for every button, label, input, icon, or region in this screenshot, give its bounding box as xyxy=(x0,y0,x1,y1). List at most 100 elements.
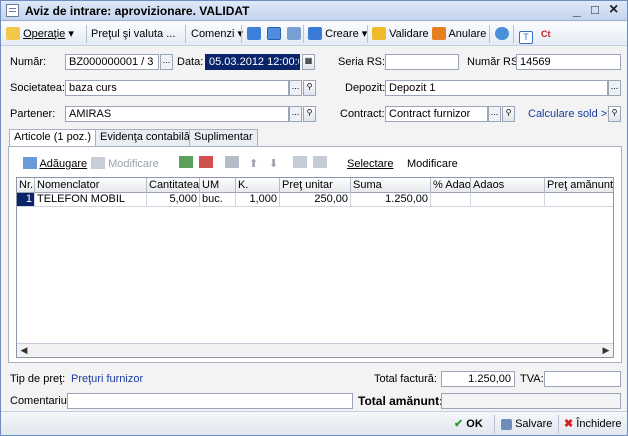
grid-icon xyxy=(225,156,239,168)
data-field[interactable]: 05.03.2012 12:00:00 xyxy=(205,54,300,70)
cancel-icon xyxy=(432,27,446,40)
seria-rs-field[interactable] xyxy=(385,54,459,70)
arrow-up-icon: ⬆ xyxy=(249,158,259,170)
close-window-button[interactable]: × xyxy=(609,1,618,19)
partener-ellipsis-button[interactable]: ... xyxy=(289,106,302,122)
delete-row-button[interactable] xyxy=(199,156,213,172)
sort-desc-button[interactable] xyxy=(313,156,327,172)
refresh-button[interactable] xyxy=(267,26,281,42)
edit-row-icon xyxy=(91,157,105,169)
calendar-button[interactable]: ▦ xyxy=(302,54,315,70)
col-um[interactable]: UM xyxy=(200,178,236,193)
cell-um[interactable]: buc. xyxy=(200,193,236,207)
wand-icon xyxy=(6,27,20,40)
sort-desc-icon xyxy=(313,156,327,168)
cell-nomenclator[interactable]: TELEFON MOBIL xyxy=(35,193,147,207)
add-row-icon xyxy=(23,157,37,169)
numar-field[interactable]: BZ000000001 / 3 xyxy=(65,54,159,70)
validate-icon xyxy=(372,27,386,40)
search-icon: ⚲ xyxy=(505,108,512,117)
sort-asc-button[interactable] xyxy=(293,156,307,172)
col-nomenclator[interactable]: Nomenclator xyxy=(35,178,147,193)
delete-row-icon xyxy=(199,156,213,168)
comentariu-field[interactable] xyxy=(67,393,353,409)
modificare-disabled-button[interactable]: Modificare xyxy=(91,156,159,172)
scroll-right-icon[interactable]: ▶ xyxy=(599,344,613,357)
validare-button[interactable]: Validare xyxy=(372,26,429,42)
depozit-ellipsis-button[interactable]: ... xyxy=(608,80,621,96)
comenzi-menu-button[interactable]: Comenzi ▾ xyxy=(191,26,243,42)
numar-rs-field[interactable]: 14569 xyxy=(516,54,621,70)
text-format-button[interactable]: T xyxy=(519,26,533,44)
contract-ellipsis-button[interactable]: ... xyxy=(488,106,501,122)
adaugare-button[interactable]: Adăugare xyxy=(23,156,87,172)
salvare-button[interactable]: Salvare xyxy=(501,416,552,432)
arrow-left-icon xyxy=(247,27,261,40)
move-left-button[interactable] xyxy=(247,26,261,42)
cell-pret-amanunt[interactable] xyxy=(545,193,613,207)
close-x-icon: ✖ xyxy=(564,418,574,430)
depozit-field[interactable]: Depozit 1 xyxy=(385,80,608,96)
col-suma[interactable]: Suma xyxy=(351,178,431,193)
horizontal-scrollbar[interactable]: ◀ ▶ xyxy=(17,343,613,357)
modificare-disabled-label: Modificare xyxy=(108,158,159,170)
cell-adaos-procent[interactable] xyxy=(431,193,471,207)
partener-field[interactable]: AMIRAS xyxy=(65,106,289,122)
scroll-left-icon[interactable]: ◀ xyxy=(17,344,31,357)
ok-button[interactable]: ✔ OK xyxy=(454,416,483,432)
creare-menu-button[interactable]: Creare ▾ xyxy=(308,26,367,42)
maximize-button[interactable]: □ xyxy=(591,2,599,17)
numar-label: Număr: xyxy=(10,56,47,68)
cell-nr[interactable]: 1 xyxy=(17,193,35,207)
move-up-button[interactable]: ⬆ xyxy=(249,156,258,172)
save-disk-icon xyxy=(501,419,512,430)
societatea-field[interactable]: baza curs xyxy=(65,80,289,96)
partener-search-button[interactable]: ⚲ xyxy=(303,106,316,122)
contract-field[interactable]: Contract furnizor xyxy=(385,106,488,122)
selectare-button[interactable]: Selectare xyxy=(347,156,393,172)
numar-ellipsis-button[interactable]: ... xyxy=(160,54,173,70)
cell-cantitatea[interactable]: 5,000 xyxy=(147,193,200,207)
pret-valuta-button[interactable]: Preţul şi valuta ... xyxy=(91,26,175,42)
checkmark-icon: ✔ xyxy=(454,418,464,430)
col-pret-amanunt[interactable]: Preţ amănunt xyxy=(545,178,613,193)
cell-adaos[interactable] xyxy=(471,193,545,207)
societatea-search-button[interactable]: ⚲ xyxy=(303,80,316,96)
table-row[interactable]: 1 TELEFON MOBIL 5,000 buc. 1,000 250,00 … xyxy=(17,193,613,207)
inchidere-button[interactable]: ✖ Închidere xyxy=(564,416,622,432)
articles-grid[interactable]: Nr. Nomenclator Cantitatea UM K. Preţ un… xyxy=(16,177,614,358)
tip-pret-link[interactable]: Preţuri furnizor xyxy=(71,373,143,385)
tab-articole[interactable]: Articole (1 poz.) xyxy=(9,129,97,147)
anulare-button[interactable]: Anulare xyxy=(432,26,486,42)
minimize-button[interactable]: _ xyxy=(573,2,581,18)
debit-credit-button[interactable]: Ct xyxy=(541,26,551,42)
calculare-sold-search-button[interactable]: ⚲ xyxy=(608,106,621,122)
col-pret-unitar[interactable]: Preţ unitar xyxy=(280,178,351,193)
operatie-menu-button[interactable]: Operaţie ▾ xyxy=(6,26,74,42)
insert-row-button[interactable] xyxy=(179,156,193,172)
move-down-button[interactable]: ⬇ xyxy=(269,156,278,172)
document-icon xyxy=(6,4,19,17)
title-bar: Aviz de intrare: aprovizionare. VALIDAT … xyxy=(1,1,627,21)
cell-pret-unitar[interactable]: 250,00 xyxy=(280,193,351,207)
copy-icon xyxy=(287,27,301,40)
calculare-sold-link[interactable]: Calculare sold >> xyxy=(528,108,614,120)
cell-k[interactable]: 1,000 xyxy=(236,193,280,207)
cell-suma[interactable]: 1.250,00 xyxy=(351,193,431,207)
tab-evidenta-contabila[interactable]: Evidenţa contabilă xyxy=(95,129,195,146)
contract-search-button[interactable]: ⚲ xyxy=(502,106,515,122)
societatea-ellipsis-button[interactable]: ... xyxy=(289,80,302,96)
partener-label: Partener: xyxy=(10,108,56,120)
col-adaos[interactable]: Adaos xyxy=(471,178,545,193)
copy-button[interactable] xyxy=(287,26,301,42)
total-amanunt-field xyxy=(441,393,621,409)
grid-option-button[interactable] xyxy=(225,156,239,172)
col-k[interactable]: K. xyxy=(236,178,280,193)
col-adaos-procent[interactable]: % Adaos xyxy=(431,178,471,193)
tab-suplimentar[interactable]: Suplimentar xyxy=(189,129,258,146)
chat-button[interactable] xyxy=(495,26,509,42)
footer-bar: ✔ OK Salvare ✖ Închidere xyxy=(1,411,627,435)
modificare-button[interactable]: Modificare xyxy=(407,156,458,172)
col-cantitatea[interactable]: Cantitatea xyxy=(147,178,200,193)
col-nr[interactable]: Nr. xyxy=(17,178,35,193)
